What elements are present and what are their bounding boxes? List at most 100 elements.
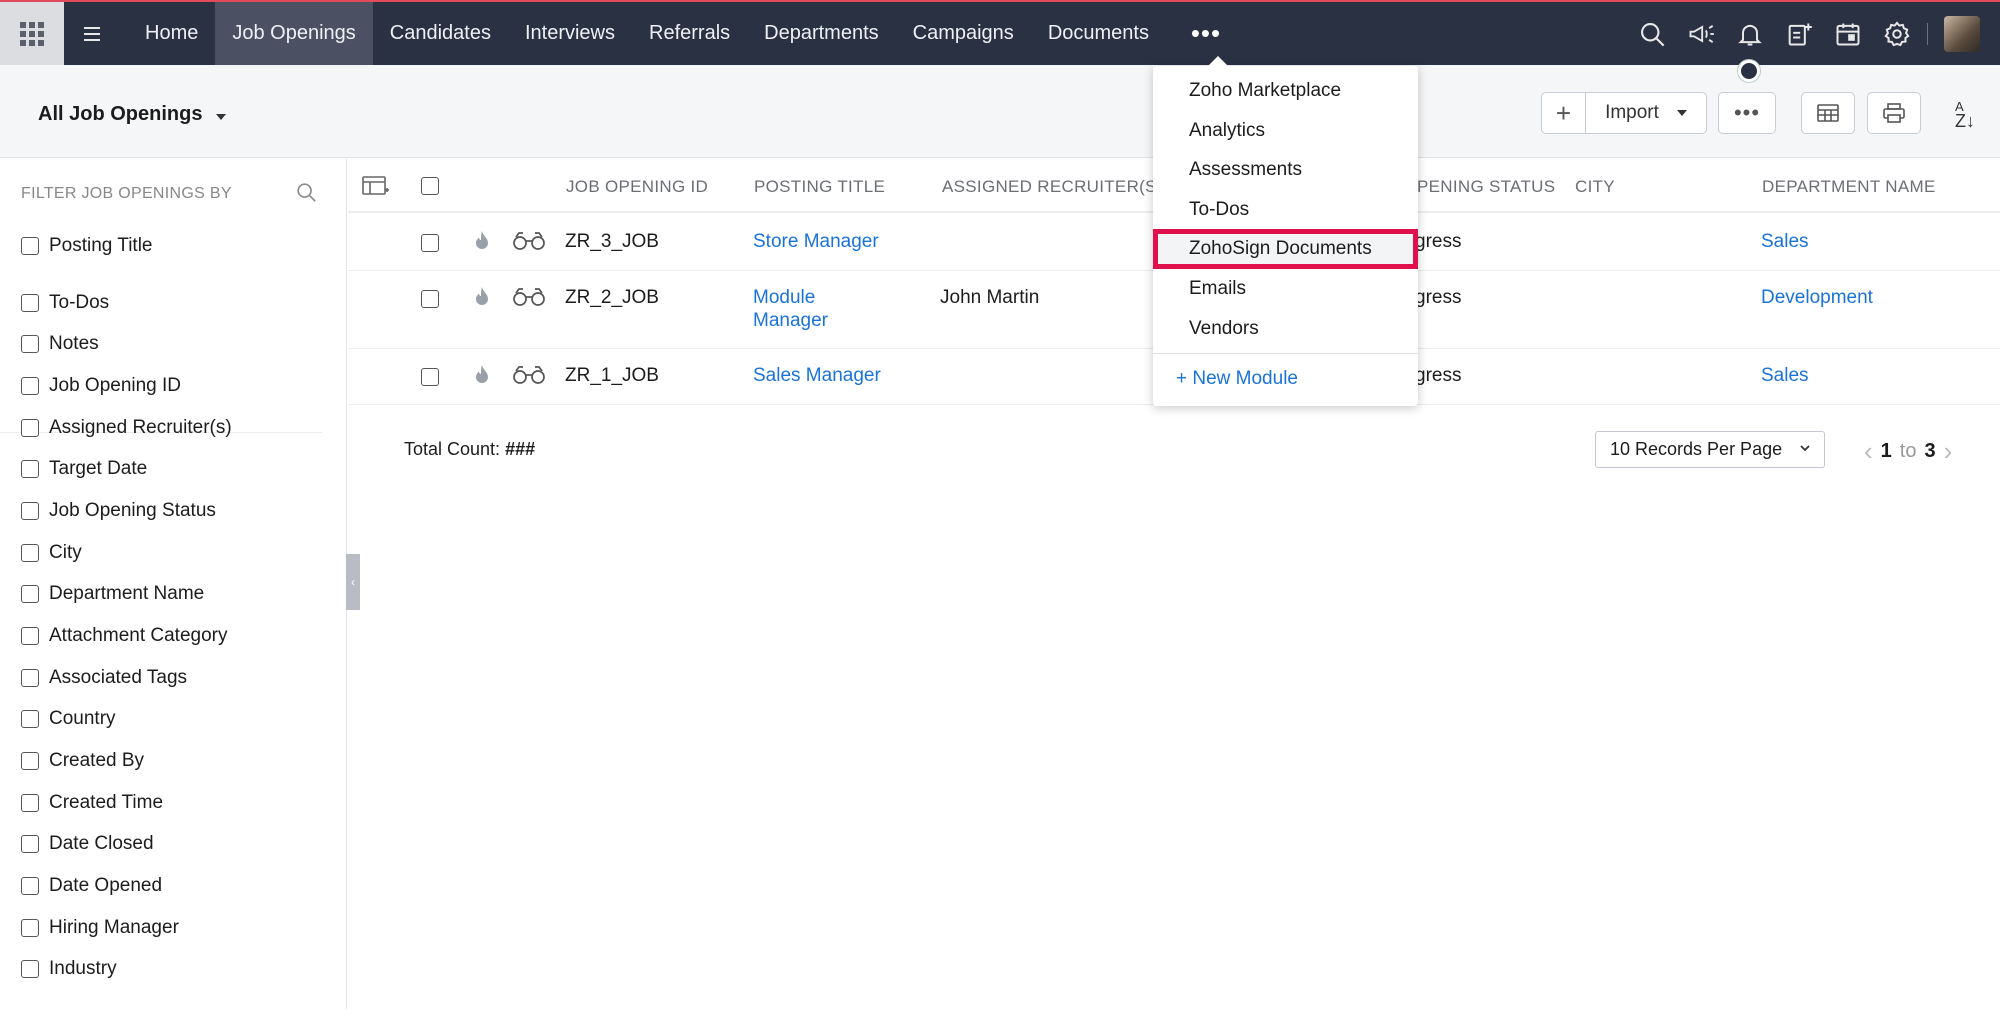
checkbox[interactable] (21, 669, 39, 687)
new-module-link[interactable]: + New Module (1176, 368, 1298, 390)
filter-item[interactable]: Notes (21, 333, 99, 355)
column-header-department-name[interactable]: DEPARTMENT NAME (1762, 177, 1936, 197)
column-header-posting-title[interactable]: POSTING TITLE (754, 177, 885, 197)
filter-item[interactable]: Job Opening Status (21, 500, 216, 522)
checkbox[interactable] (21, 377, 39, 395)
column-header-city[interactable]: CITY (1575, 177, 1615, 197)
filter-item[interactable]: Associated Tags (21, 667, 187, 689)
department-link[interactable]: Sales (1761, 231, 1809, 253)
tab-home[interactable]: Home (128, 2, 215, 65)
menu-item-emails[interactable]: Emails (1189, 278, 1246, 300)
avatar[interactable] (1944, 15, 1980, 52)
checkbox[interactable] (21, 794, 39, 812)
menu-item-zohosign-documents[interactable]: ZohoSign Documents (1189, 238, 1372, 260)
filter-item[interactable]: City (21, 542, 82, 564)
add-record-button[interactable]: + (1542, 93, 1586, 133)
checkbox[interactable] (21, 835, 39, 853)
tab-referrals[interactable]: Referrals (632, 2, 747, 65)
tab-campaigns[interactable]: Campaigns (896, 2, 1031, 65)
checkbox[interactable] (21, 419, 39, 437)
view-selector-dropdown[interactable]: All Job Openings (38, 103, 227, 126)
filter-item[interactable]: Created By (21, 750, 144, 772)
records-per-page-select[interactable]: 10 Records Per Page (1595, 431, 1825, 468)
binoculars-icon[interactable] (512, 232, 546, 255)
chevron-right-icon[interactable]: › (1944, 436, 1953, 467)
hamburger-menu-icon[interactable] (84, 23, 110, 45)
sort-az-button[interactable]: A Z↓ (1955, 100, 1975, 130)
add-note-icon[interactable] (1774, 2, 1823, 65)
checkbox[interactable] (21, 544, 39, 562)
checkbox[interactable] (21, 502, 39, 520)
row-checkbox[interactable] (421, 234, 439, 252)
column-header-assigned-recruiters[interactable]: ASSIGNED RECRUITER(S) (942, 177, 1163, 197)
menu-item-zoho-marketplace[interactable]: Zoho Marketplace (1189, 80, 1341, 102)
department-link[interactable]: Sales (1761, 365, 1809, 387)
row-checkbox[interactable] (421, 368, 439, 386)
tab-candidates[interactable]: Candidates (373, 2, 508, 65)
checkbox[interactable] (21, 627, 39, 645)
toolbar-more-button[interactable]: ••• (1718, 92, 1776, 134)
posting-title-link-line2[interactable]: Manager (753, 310, 828, 332)
checkbox[interactable] (21, 585, 39, 603)
chevron-left-icon[interactable]: ‹ (1864, 436, 1873, 467)
gear-icon[interactable] (1872, 2, 1921, 65)
checkbox[interactable] (21, 752, 39, 770)
checkbox[interactable] (21, 877, 39, 895)
checkbox[interactable] (21, 460, 39, 478)
app-launcher-button[interactable] (0, 2, 64, 65)
column-settings-icon[interactable] (362, 175, 390, 204)
hot-flame-icon[interactable] (475, 230, 489, 255)
binoculars-icon[interactable] (512, 288, 546, 311)
filter-label: To-Dos (49, 292, 110, 313)
binoculars-icon[interactable] (512, 366, 546, 389)
checkbox[interactable] (21, 294, 39, 312)
row-checkbox[interactable] (421, 290, 439, 308)
tab-interviews[interactable]: Interviews (508, 2, 632, 65)
checkbox[interactable] (21, 237, 39, 255)
print-button[interactable] (1867, 92, 1921, 134)
filter-item[interactable]: Job Opening ID (21, 375, 181, 397)
filter-item[interactable]: Target Date (21, 458, 147, 480)
megaphone-icon[interactable] (1676, 2, 1725, 65)
search-icon[interactable] (1627, 2, 1676, 65)
tab-documents[interactable]: Documents (1031, 2, 1166, 65)
sidebar-collapse-handle[interactable]: ‹ (346, 554, 360, 610)
filter-item[interactable]: Assigned Recruiter(s) (21, 417, 232, 439)
checkbox[interactable] (21, 919, 39, 937)
filter-item[interactable]: Country (21, 708, 116, 730)
filter-label: Posting Title (49, 235, 153, 256)
hot-flame-icon[interactable] (475, 286, 489, 311)
column-header-job-opening-id[interactable]: JOB OPENING ID (566, 177, 708, 197)
department-link[interactable]: Development (1761, 287, 1873, 309)
filter-item[interactable]: To-Dos (21, 292, 109, 314)
table-view-button[interactable] (1801, 92, 1855, 134)
checkbox[interactable] (21, 960, 39, 978)
bell-icon[interactable] (1725, 2, 1774, 65)
filter-item[interactable]: Date Opened (21, 875, 162, 897)
filter-item[interactable]: Date Closed (21, 833, 154, 855)
calendar-icon[interactable] (1823, 2, 1872, 65)
printer-icon (1883, 103, 1905, 123)
hot-flame-icon[interactable] (475, 364, 489, 389)
import-button[interactable]: Import (1586, 102, 1706, 124)
tab-departments[interactable]: Departments (747, 2, 896, 65)
menu-item-assessments[interactable]: Assessments (1189, 159, 1302, 181)
posting-title-link[interactable]: Store Manager (753, 231, 879, 253)
posting-title-link[interactable]: Sales Manager (753, 365, 881, 387)
filter-item[interactable]: Department Name (21, 583, 204, 605)
menu-item-analytics[interactable]: Analytics (1189, 120, 1265, 142)
checkbox[interactable] (21, 335, 39, 353)
menu-item-to-dos[interactable]: To-Dos (1189, 199, 1249, 221)
select-all-checkbox[interactable] (421, 177, 439, 195)
posting-title-link[interactable]: Module (753, 287, 815, 309)
filter-item[interactable]: Hiring Manager (21, 917, 179, 939)
checkbox[interactable] (21, 710, 39, 728)
tab-job-openings[interactable]: Job Openings (215, 2, 373, 65)
menu-item-vendors[interactable]: Vendors (1189, 318, 1259, 340)
filter-item[interactable]: Attachment Category (21, 625, 227, 647)
search-icon[interactable] (295, 181, 317, 208)
filter-posting-title[interactable]: Posting Title (21, 235, 153, 257)
filter-item[interactable]: Created Time (21, 792, 163, 814)
column-header-opening-status[interactable]: PENING STATUS (1417, 177, 1555, 197)
filter-item[interactable]: Industry (21, 958, 117, 980)
